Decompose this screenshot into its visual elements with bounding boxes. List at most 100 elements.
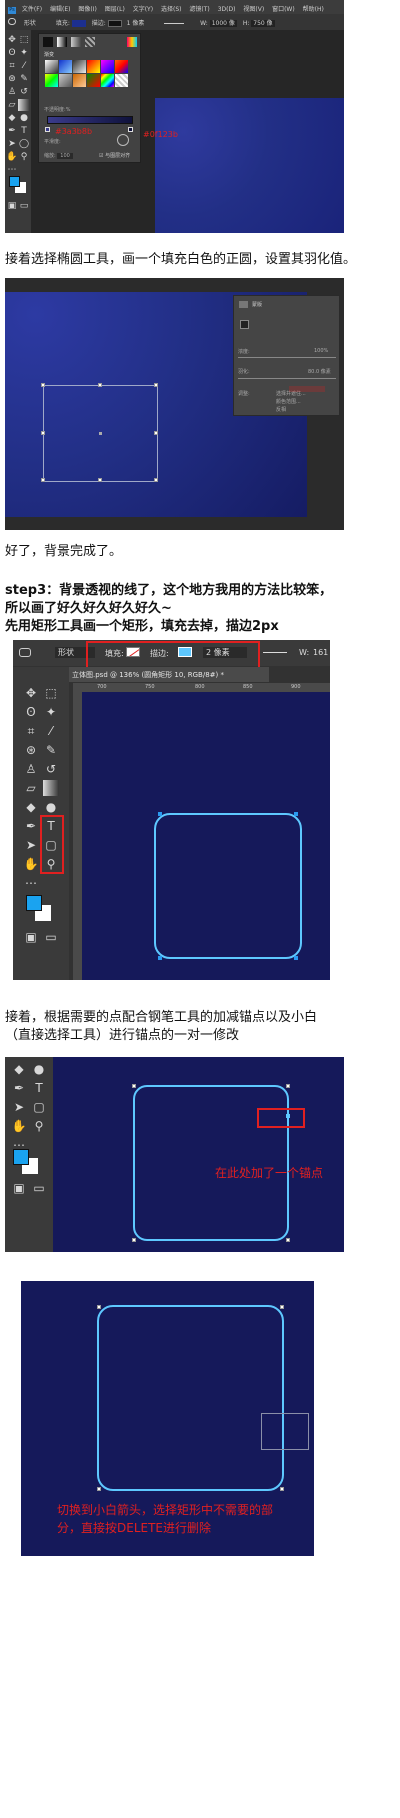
brush-tool-icon[interactable]: ✎ bbox=[18, 73, 30, 85]
gradient-preset[interactable] bbox=[73, 60, 86, 73]
stamp-tool-icon[interactable]: ♙ bbox=[6, 86, 18, 98]
history-brush-icon[interactable]: ↺ bbox=[43, 761, 59, 777]
zoom-tool-icon[interactable]: ⚲ bbox=[31, 1118, 47, 1134]
eyedropper-tool-icon[interactable]: ⁄ bbox=[43, 723, 59, 739]
shape-tool-icon[interactable] bbox=[8, 18, 16, 25]
marquee-tool-icon[interactable]: ⬚ bbox=[43, 685, 59, 701]
wand-tool-icon[interactable]: ✦ bbox=[18, 47, 30, 59]
feather-slider[interactable] bbox=[238, 378, 336, 379]
move-tool-icon[interactable]: ✥ bbox=[23, 685, 39, 701]
hand-tool-icon[interactable]: ✋ bbox=[23, 856, 39, 872]
menu-help[interactable]: 帮助(H) bbox=[303, 6, 324, 13]
zoom-tool-icon[interactable]: ⚲ bbox=[18, 151, 30, 163]
transform-handle[interactable] bbox=[154, 431, 158, 435]
gradient-preset[interactable] bbox=[59, 60, 72, 73]
gradient-preset[interactable] bbox=[115, 60, 128, 73]
eyedropper-tool-icon[interactable]: ⁄ bbox=[18, 60, 30, 72]
density-slider[interactable] bbox=[238, 357, 336, 358]
dodge-tool-icon[interactable]: ◆ bbox=[11, 1061, 27, 1077]
color-range-button[interactable]: 颜色范围... bbox=[276, 398, 301, 405]
color-stop-left[interactable] bbox=[45, 127, 50, 132]
quick-mask-icon[interactable]: ▣ bbox=[6, 200, 18, 212]
brush-tool-icon[interactable]: ✎ bbox=[43, 742, 59, 758]
eraser-tool-icon[interactable]: ▱ bbox=[6, 99, 18, 111]
feather-value[interactable]: 80.0 像素 bbox=[308, 368, 331, 375]
width-field[interactable]: 161 bbox=[313, 648, 328, 657]
lasso-tool-icon[interactable]: ʘ bbox=[23, 704, 39, 720]
gradient-add-icon[interactable] bbox=[127, 37, 137, 47]
canvas-gradient[interactable] bbox=[155, 98, 344, 233]
anchor-point[interactable] bbox=[97, 1487, 101, 1491]
anchor-point[interactable] bbox=[280, 1305, 284, 1309]
ellipse-bounding-box[interactable] bbox=[41, 383, 158, 482]
gradient-preset[interactable] bbox=[101, 60, 114, 73]
anchor-point[interactable] bbox=[294, 956, 298, 960]
menu-edit[interactable]: 编辑(E) bbox=[50, 6, 70, 13]
density-value[interactable]: 100% bbox=[314, 348, 328, 354]
transform-handle[interactable] bbox=[154, 383, 158, 387]
transform-handle[interactable] bbox=[41, 383, 45, 387]
height-field[interactable]: 750 像 bbox=[251, 20, 275, 27]
rect-tool-preset-icon[interactable] bbox=[19, 648, 31, 657]
path-select-tool-icon[interactable]: ➤ bbox=[11, 1099, 27, 1115]
menu-3d[interactable]: 3D(D) bbox=[218, 6, 236, 13]
angle-dial[interactable] bbox=[117, 134, 129, 146]
quick-mask-icon[interactable]: ▣ bbox=[11, 1180, 27, 1196]
menu-filter[interactable]: 滤镜(T) bbox=[189, 6, 209, 13]
rounded-rectangle-shape[interactable] bbox=[154, 813, 302, 959]
menu-window[interactable]: 窗口(W) bbox=[272, 6, 295, 13]
heal-tool-icon[interactable]: ⊛ bbox=[23, 742, 39, 758]
stroke-size[interactable]: 1 像素 bbox=[127, 20, 145, 27]
anchor-point[interactable] bbox=[158, 812, 162, 816]
burn-tool-icon[interactable]: ● bbox=[31, 1061, 47, 1077]
menu-view[interactable]: 视图(V) bbox=[243, 6, 264, 13]
lasso-tool-icon[interactable]: ʘ bbox=[6, 47, 18, 59]
selection-marquee[interactable] bbox=[261, 1413, 309, 1450]
gradient-editor-bar[interactable] bbox=[47, 116, 133, 124]
gradient-preset[interactable] bbox=[73, 74, 86, 87]
document-tab[interactable]: 立体图.psd @ 136% (圆角矩形 10, RGB/8#) * bbox=[69, 667, 269, 682]
anchor-point[interactable] bbox=[286, 1084, 290, 1088]
quick-mask-icon[interactable]: ▣ bbox=[23, 929, 39, 945]
pen-tool-icon[interactable]: ✒ bbox=[23, 818, 39, 834]
rounded-rectangle-shape[interactable] bbox=[97, 1305, 284, 1491]
wand-tool-icon[interactable]: ✦ bbox=[43, 704, 59, 720]
color-stop-right[interactable] bbox=[128, 127, 133, 132]
gradient-preset[interactable] bbox=[45, 60, 58, 73]
path-select-tool-icon[interactable]: ➤ bbox=[6, 138, 18, 150]
invert-button[interactable]: 反相 bbox=[276, 406, 286, 413]
width-field[interactable]: 1000 像 bbox=[209, 20, 237, 27]
menu-select[interactable]: 选择(S) bbox=[161, 6, 182, 13]
pixel-mask-toggle[interactable] bbox=[240, 320, 249, 329]
stroke-swatch[interactable] bbox=[107, 20, 122, 27]
ellipse-tool-icon[interactable]: ◯ bbox=[18, 138, 30, 150]
foreground-color-swatch[interactable] bbox=[9, 176, 20, 187]
menu-file[interactable]: 文件(F) bbox=[22, 6, 42, 13]
blur-tool-icon[interactable]: ◆ bbox=[6, 112, 18, 124]
dodge-tool-icon[interactable]: ● bbox=[18, 112, 30, 124]
screen-mode-icon[interactable]: ▭ bbox=[31, 1180, 47, 1196]
menu-type[interactable]: 文字(Y) bbox=[133, 6, 153, 13]
gradient-type-linear[interactable] bbox=[43, 37, 53, 47]
gradient-tool-icon[interactable] bbox=[18, 99, 30, 111]
crop-tool-icon[interactable]: ⌗ bbox=[6, 60, 18, 72]
fill-swatch[interactable] bbox=[71, 20, 86, 27]
anchor-point[interactable] bbox=[132, 1084, 136, 1088]
history-brush-icon[interactable]: ↺ bbox=[18, 86, 30, 98]
crop-tool-icon[interactable]: ⌗ bbox=[23, 723, 39, 739]
transform-handle[interactable] bbox=[41, 431, 45, 435]
heal-tool-icon[interactable]: ⊛ bbox=[6, 73, 18, 85]
anchor-point[interactable] bbox=[280, 1487, 284, 1491]
screen-mode-icon[interactable]: ▭ bbox=[18, 200, 30, 212]
stroke-line-style[interactable] bbox=[263, 652, 287, 653]
anchor-point[interactable] bbox=[286, 1238, 290, 1242]
hand-tool-icon[interactable]: ✋ bbox=[6, 151, 18, 163]
stamp-tool-icon[interactable]: ♙ bbox=[23, 761, 39, 777]
stroke-line-style[interactable] bbox=[164, 23, 185, 24]
menu-layer[interactable]: 图层(L) bbox=[105, 6, 125, 13]
shape-mode-select[interactable]: 形状 bbox=[24, 18, 54, 27]
gradient-type-solid[interactable] bbox=[57, 37, 67, 47]
path-select-tool-icon[interactable]: ➤ bbox=[23, 837, 39, 853]
gradient-tool-icon[interactable] bbox=[43, 780, 59, 796]
type-tool-icon[interactable]: T bbox=[31, 1080, 47, 1096]
